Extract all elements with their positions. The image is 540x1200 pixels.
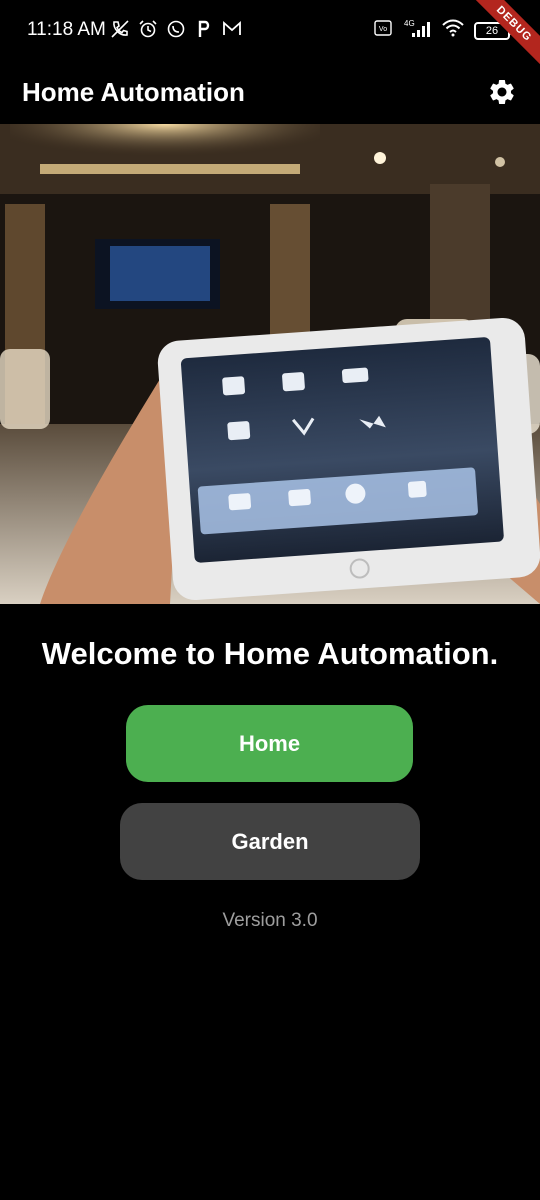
svg-text:4G: 4G <box>404 19 415 28</box>
gear-icon <box>490 79 514 104</box>
system-icons: Vo 4G 26 <box>374 18 513 43</box>
whatsapp-icon <box>166 19 186 39</box>
status-time: 11:18 AM <box>27 19 106 40</box>
home-button[interactable]: Home <box>126 705 413 782</box>
welcome-heading: Welcome to Home Automation. <box>41 636 499 671</box>
app-bar: Home Automation <box>0 60 540 124</box>
wifi-icon <box>442 18 464 43</box>
p-app-icon <box>194 19 214 39</box>
alarm-icon <box>138 19 158 39</box>
garden-button[interactable]: Garden <box>120 803 420 880</box>
notification-icons <box>110 19 242 39</box>
hero-image <box>0 124 540 604</box>
gmail-icon <box>222 19 242 39</box>
volte-icon: Vo <box>374 19 392 42</box>
status-bar: 11:18 AM Vo 4G 26 <box>0 0 540 60</box>
page-title: Home Automation <box>22 76 245 107</box>
muted-call-icon <box>110 19 130 39</box>
signal-4g-icon: 4G <box>402 18 432 43</box>
svg-text:Vo: Vo <box>379 26 387 33</box>
version-label: Version 3.0 <box>222 910 318 931</box>
tablet-smart-home-photo <box>0 124 540 604</box>
settings-button[interactable] <box>482 72 522 112</box>
